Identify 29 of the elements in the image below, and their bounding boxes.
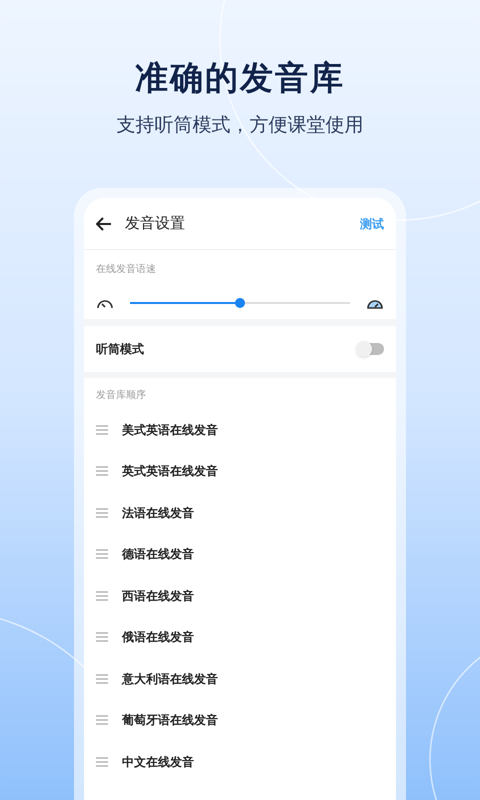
list-item[interactable]: 中文在线发音 — [122, 752, 194, 771]
headline: 准确的发音库 — [135, 57, 345, 99]
subtitle: 支持听筒模式，方便课堂使用 — [116, 113, 364, 138]
drag-handle-icon[interactable] — [96, 632, 108, 642]
list-item[interactable]: 俄语在线发音 — [122, 628, 194, 646]
list-item[interactable]: 意大利语在线发音 — [122, 670, 218, 688]
drag-handle-icon[interactable] — [96, 590, 108, 601]
drag-handle-icon[interactable] — [96, 715, 108, 726]
list-item[interactable]: 美式英语在线发音 — [122, 420, 218, 439]
drag-handle-icon[interactable] — [96, 508, 108, 518]
list-item[interactable]: 西语在线发音 — [122, 586, 194, 605]
section-label: 在线发音语速 — [96, 262, 157, 277]
list-item[interactable]: 法语在线发音 — [122, 504, 194, 522]
drag-handle-icon[interactable] — [96, 424, 108, 435]
section-label: 发音库顺序 — [96, 388, 147, 403]
toggle-switch[interactable] — [358, 343, 384, 355]
fast-speed-icon — [366, 297, 384, 309]
drag-handle-icon[interactable] — [96, 674, 108, 684]
back-arrow-icon[interactable] — [96, 216, 112, 230]
setting-label: 听筒模式 — [96, 341, 144, 358]
drag-handle-icon[interactable] — [96, 466, 108, 476]
slow-speed-icon — [96, 297, 114, 309]
drag-handle-icon[interactable] — [96, 549, 108, 560]
slider-thumb[interactable] — [235, 298, 245, 308]
list-item[interactable]: 德语在线发音 — [122, 545, 194, 564]
list-item[interactable]: 葡萄牙语在线发音 — [122, 711, 218, 730]
screen-title: 发音设置 — [125, 213, 185, 234]
drag-handle-icon[interactable] — [96, 756, 108, 767]
list-item[interactable]: 英式英语在线发音 — [122, 462, 218, 480]
